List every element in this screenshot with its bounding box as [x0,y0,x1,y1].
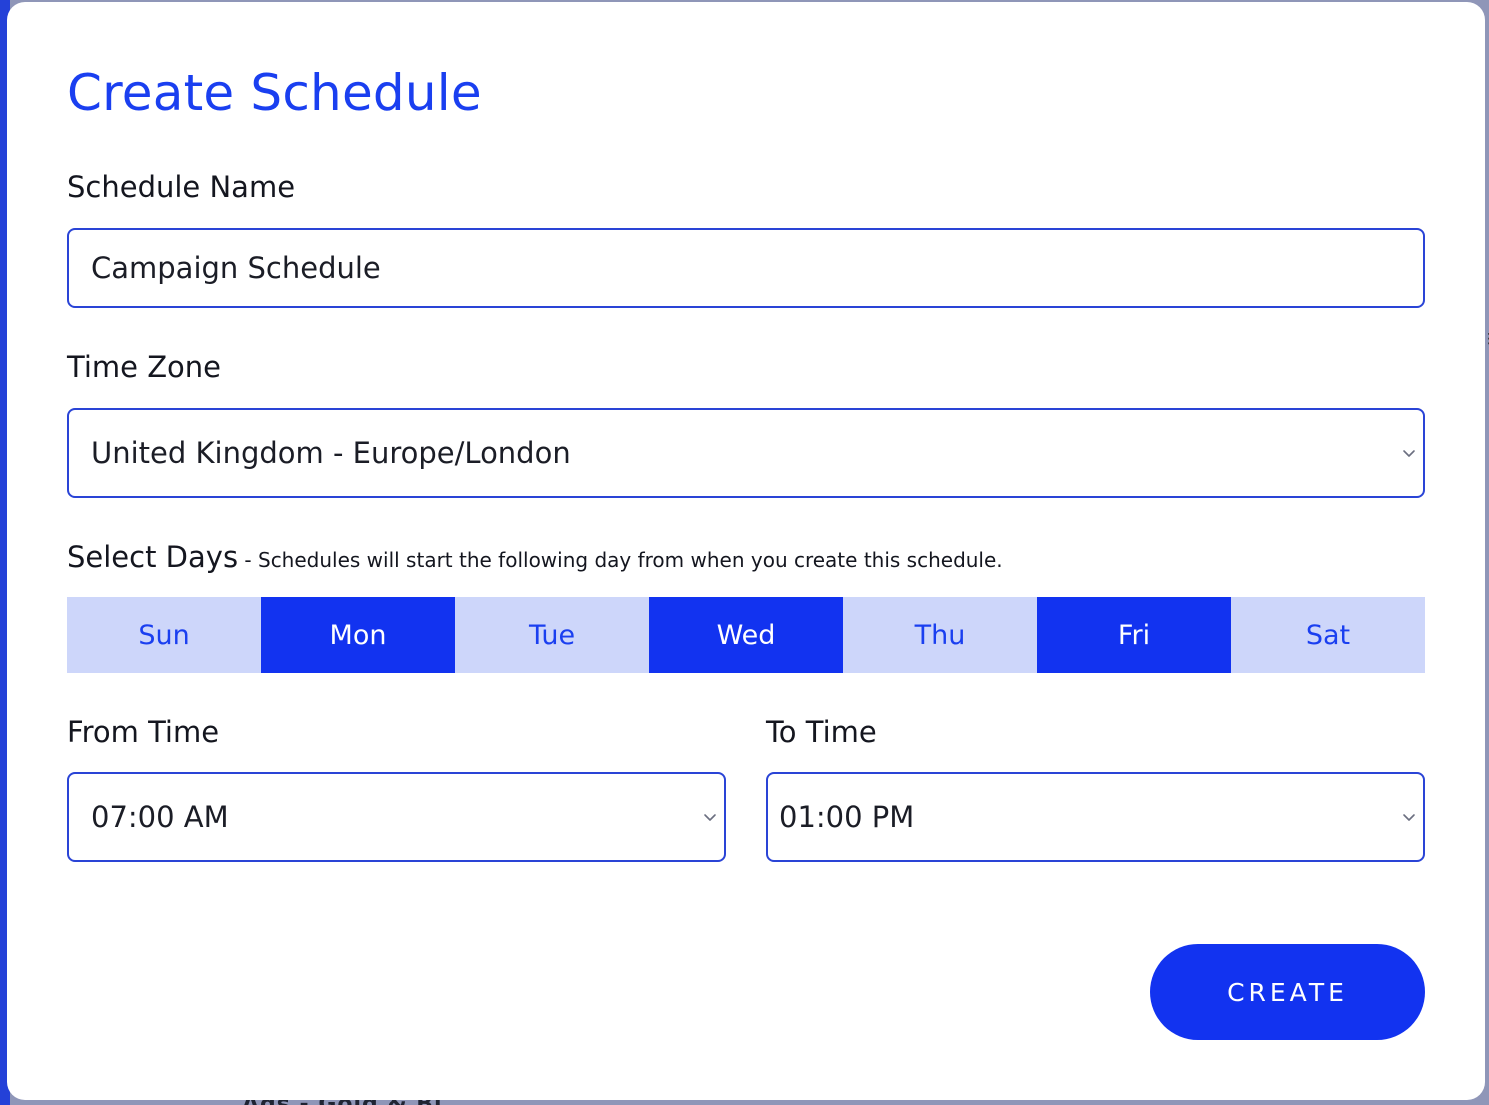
select-days-label: Select Days - Schedules will start the f… [67,540,1003,574]
modal-title: Create Schedule [67,64,482,122]
create-schedule-modal: Create Schedule Schedule Name Campaign S… [7,2,1485,1100]
chevron-down-icon [1403,814,1415,821]
day-label: Sat [1305,619,1351,651]
schedule-name-label: Schedule Name [67,170,296,204]
time-zone-select[interactable]: United Kingdom - Europe/London [67,408,1425,498]
chevron-down-icon [1403,450,1415,457]
day-label: Fri [1117,619,1151,651]
schedule-name-input[interactable]: Campaign Schedule [67,228,1425,308]
from-time-value: 07:00 AM [91,800,229,834]
day-label: Tue [528,619,576,651]
day-label: Thu [914,619,966,651]
select-days-title: Select Days [67,540,239,574]
schedule-name-value: Campaign Schedule [91,251,381,285]
day-label: Wed [716,619,776,651]
day-selector: Sun Mon Tue Wed Thu Fri Sat [67,597,1425,673]
from-time-label: From Time [67,715,220,749]
day-button-sun[interactable]: Sun [67,597,261,673]
day-button-mon[interactable]: Mon [261,597,455,673]
day-button-sat[interactable]: Sat [1231,597,1425,673]
time-zone-value: United Kingdom - Europe/London [91,436,571,470]
from-time-select[interactable]: 07:00 AM [67,772,726,862]
to-time-label: To Time [766,715,877,749]
day-label: Sun [138,619,190,651]
to-time-value: 01:00 PM [779,800,915,834]
day-button-tue[interactable]: Tue [455,597,649,673]
create-button[interactable]: CREATE [1150,944,1425,1040]
day-button-wed[interactable]: Wed [649,597,843,673]
day-button-fri[interactable]: Fri [1037,597,1231,673]
chevron-down-icon [704,814,716,821]
to-time-select[interactable]: 01:00 PM [766,772,1425,862]
day-label: Mon [329,619,387,651]
time-zone-label: Time Zone [67,350,222,384]
select-days-note: - Schedules will start the following day… [238,548,1003,572]
day-button-thu[interactable]: Thu [843,597,1037,673]
